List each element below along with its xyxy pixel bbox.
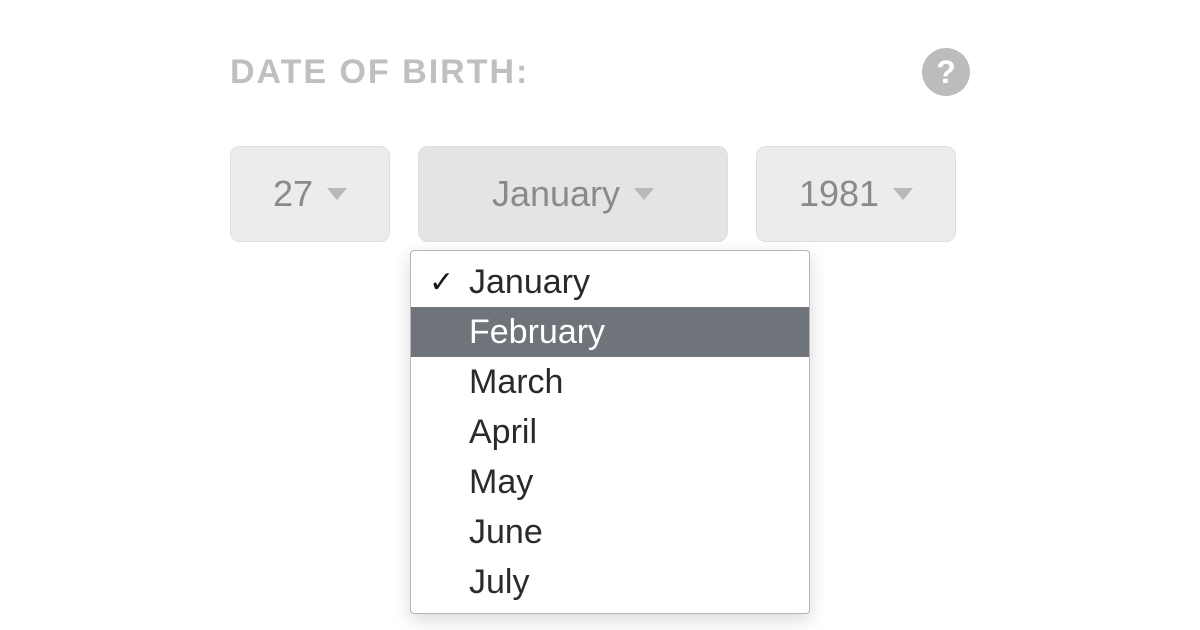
check-icon: ✓ [429, 265, 469, 300]
chevron-down-icon [634, 188, 654, 200]
day-select[interactable]: 27 [230, 146, 390, 242]
month-option-label: June [469, 513, 543, 552]
year-value: 1981 [799, 173, 879, 215]
month-option[interactable]: ✓January [411, 257, 809, 307]
month-option-label: February [469, 313, 605, 352]
day-value: 27 [273, 173, 313, 215]
month-option[interactable]: March [411, 357, 809, 407]
field-label: DATE OF BIRTH: [230, 53, 529, 92]
month-option[interactable]: April [411, 407, 809, 457]
month-option-label: July [469, 563, 529, 602]
month-option-label: March [469, 363, 563, 402]
help-icon[interactable]: ? [922, 48, 970, 96]
month-option-label: May [469, 463, 533, 502]
month-option[interactable]: July [411, 557, 809, 607]
month-option[interactable]: June [411, 507, 809, 557]
month-option[interactable]: May [411, 457, 809, 507]
year-select[interactable]: 1981 [756, 146, 956, 242]
chevron-down-icon [893, 188, 913, 200]
chevron-down-icon [327, 188, 347, 200]
month-option-label: April [469, 413, 537, 452]
month-value: January [492, 173, 620, 215]
month-select[interactable]: January [418, 146, 728, 242]
month-dropdown: ✓January February March April May June July [410, 250, 810, 614]
month-option[interactable]: February [411, 307, 809, 357]
month-option-label: January [469, 263, 590, 302]
